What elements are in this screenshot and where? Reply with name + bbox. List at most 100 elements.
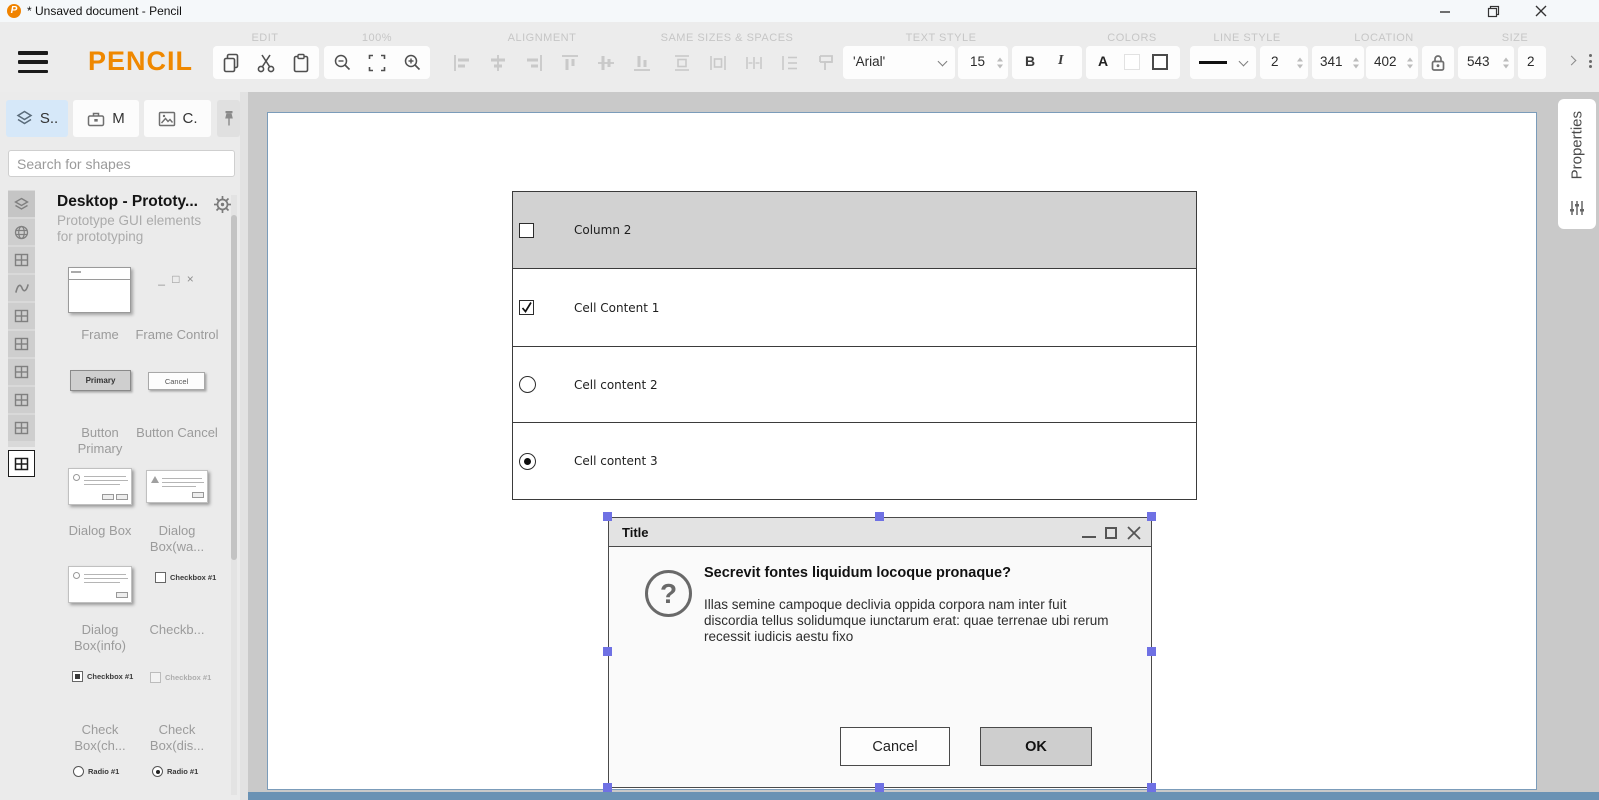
toolbar-overflow-chevron[interactable] [1568, 57, 1575, 64]
shape-label-frame-control[interactable]: Frame Control [135, 327, 219, 343]
menu-button[interactable] [18, 51, 48, 73]
same-vertical-space-button[interactable] [772, 46, 808, 79]
paste-button[interactable] [283, 46, 319, 79]
shape-label-dialog-box[interactable]: Dialog Box [58, 523, 142, 539]
gear-icon[interactable] [213, 195, 232, 214]
cut-button[interactable] [248, 46, 284, 79]
format-painter-button[interactable] [808, 46, 844, 79]
wireframe-dialog[interactable]: Title ? Secrevit fontes liquidum locoque… [608, 517, 1152, 788]
stepper-arrows-icon[interactable] [1297, 57, 1303, 68]
zoom-in-button[interactable] [394, 46, 430, 79]
shape-label-button-primary[interactable]: Button Primary [58, 425, 142, 456]
shape-label-dialog-box-info[interactable]: Dialog Box(info) [58, 622, 142, 653]
sidebar-scrollbar-thumb[interactable] [231, 215, 237, 560]
stepper-arrows-icon[interactable] [1353, 57, 1359, 68]
canvas-horizontal-scrollbar[interactable] [248, 792, 1599, 800]
location-x-stepper[interactable]: 341 [1312, 46, 1364, 79]
stroke-color-swatch[interactable] [1152, 54, 1168, 70]
size-height-stepper[interactable]: 2 [1518, 46, 1546, 79]
selection-handle-middle-right[interactable] [1147, 647, 1156, 656]
line-style-select[interactable] [1190, 46, 1256, 79]
selection-handle-bottom-right[interactable] [1147, 783, 1156, 792]
shape-label-checkbox[interactable]: Checkb... [135, 622, 219, 638]
lock-ratio-button[interactable] [1422, 46, 1454, 79]
align-left-button[interactable] [444, 46, 480, 79]
window-restore-button[interactable] [1478, 0, 1508, 22]
selection-handle-bottom-left[interactable] [603, 783, 612, 792]
selection-handle-bottom-center[interactable] [875, 783, 884, 792]
wireframe-table[interactable]: Column 2 Cell Content 1 Cell content 2 C… [512, 191, 1197, 500]
window-minimize-button[interactable] [1430, 0, 1460, 22]
shape-label-checkbox-disabled[interactable]: Check Box(dis... [135, 722, 219, 753]
shape-preview-radio[interactable]: Radio #1 [73, 766, 119, 777]
shape-preview-checkbox[interactable]: Checkbox #1 [155, 572, 216, 583]
collection-button-stencils[interactable] [8, 191, 35, 217]
table-row[interactable]: Cell content 2 [513, 347, 1196, 423]
collection-button-web[interactable] [8, 219, 35, 245]
shape-label-checkbox-checked[interactable]: Check Box(ch... [58, 722, 142, 753]
collection-button-sketchy[interactable] [8, 275, 35, 301]
align-right-button[interactable] [516, 46, 552, 79]
selection-handle-top-left[interactable] [603, 512, 612, 521]
font-family-select[interactable]: 'Arial' [843, 46, 955, 79]
zoom-out-button[interactable] [324, 46, 360, 79]
shape-preview-checkbox-checked[interactable]: Checkbox #1 [72, 671, 133, 682]
selection-handle-top-right[interactable] [1147, 512, 1156, 521]
tab-shapes[interactable]: S.. [6, 100, 68, 137]
shape-preview-dialog-box-info[interactable] [68, 566, 132, 603]
stepper-arrows-icon[interactable] [997, 57, 1003, 68]
bold-button[interactable]: B [1025, 53, 1035, 69]
selection-handle-top-center[interactable] [875, 512, 884, 521]
stepper-arrows-icon[interactable] [1407, 57, 1413, 68]
same-horizontal-space-button[interactable] [736, 46, 772, 79]
radio-checked-icon[interactable] [519, 453, 536, 470]
location-y-stepper[interactable]: 402 [1366, 46, 1418, 79]
font-size-stepper[interactable]: 15 [958, 46, 1008, 79]
same-height-button[interactable] [664, 46, 700, 79]
table-row[interactable]: Cell content 3 [513, 423, 1196, 499]
shape-preview-button-primary[interactable]: Primary [70, 370, 131, 391]
selection-handle-middle-left[interactable] [603, 647, 612, 656]
cancel-button[interactable]: Cancel [840, 727, 950, 766]
shape-label-button-cancel[interactable]: Button Cancel [135, 425, 219, 441]
tab-my-stuff[interactable]: M [73, 100, 139, 137]
pin-sidebar-button[interactable] [217, 100, 240, 137]
toolbar-overflow-menu[interactable] [1589, 54, 1592, 68]
collection-button-grid-3[interactable] [8, 331, 35, 357]
radio-icon[interactable] [519, 376, 536, 393]
collection-button-grid-2[interactable] [8, 303, 35, 329]
shape-preview-dialog-box[interactable] [68, 468, 132, 505]
italic-button[interactable]: I [1058, 53, 1063, 69]
table-header-row[interactable]: Column 2 [513, 192, 1196, 269]
search-input[interactable] [8, 150, 235, 177]
shape-preview-button-cancel[interactable]: Cancel [148, 372, 205, 390]
shape-preview-frame[interactable] [68, 267, 131, 313]
table-row[interactable]: Cell Content 1 [513, 269, 1196, 347]
align-middle-button[interactable] [588, 46, 624, 79]
shape-preview-frame-control[interactable]: _ □ × [135, 272, 219, 286]
zoom-fit-button[interactable] [359, 46, 395, 79]
copy-button[interactable] [213, 46, 249, 79]
line-width-stepper[interactable]: 2 [1260, 46, 1308, 79]
checkbox-checked-icon[interactable] [519, 300, 534, 315]
align-bottom-button[interactable] [624, 46, 660, 79]
size-width-stepper[interactable]: 543 [1458, 46, 1514, 79]
shape-preview-checkbox-disabled[interactable]: Checkbox #1 [150, 672, 211, 683]
align-top-button[interactable] [552, 46, 588, 79]
tab-cliparts[interactable]: C. [144, 100, 211, 137]
shape-label-dialog-box-warning[interactable]: Dialog Box(wa... [135, 523, 219, 554]
collection-button-grid-6[interactable] [8, 415, 35, 441]
header-checkbox[interactable] [519, 223, 534, 238]
ok-button[interactable]: OK [980, 727, 1092, 766]
properties-panel-tab[interactable]: Properties [1558, 99, 1596, 229]
align-center-button[interactable] [480, 46, 516, 79]
fill-color-swatch[interactable] [1124, 54, 1140, 70]
same-width-button[interactable] [700, 46, 736, 79]
shape-preview-dialog-box-warning[interactable] [146, 470, 208, 503]
stepper-arrows-icon[interactable] [1503, 57, 1509, 68]
shape-preview-radio-checked[interactable]: Radio #1 [152, 766, 198, 777]
text-color-button[interactable]: A [1098, 53, 1108, 69]
collection-button-desktop-prototype[interactable] [8, 450, 35, 477]
collection-button-grid-1[interactable] [8, 247, 35, 273]
collection-button-grid-4[interactable] [8, 359, 35, 385]
